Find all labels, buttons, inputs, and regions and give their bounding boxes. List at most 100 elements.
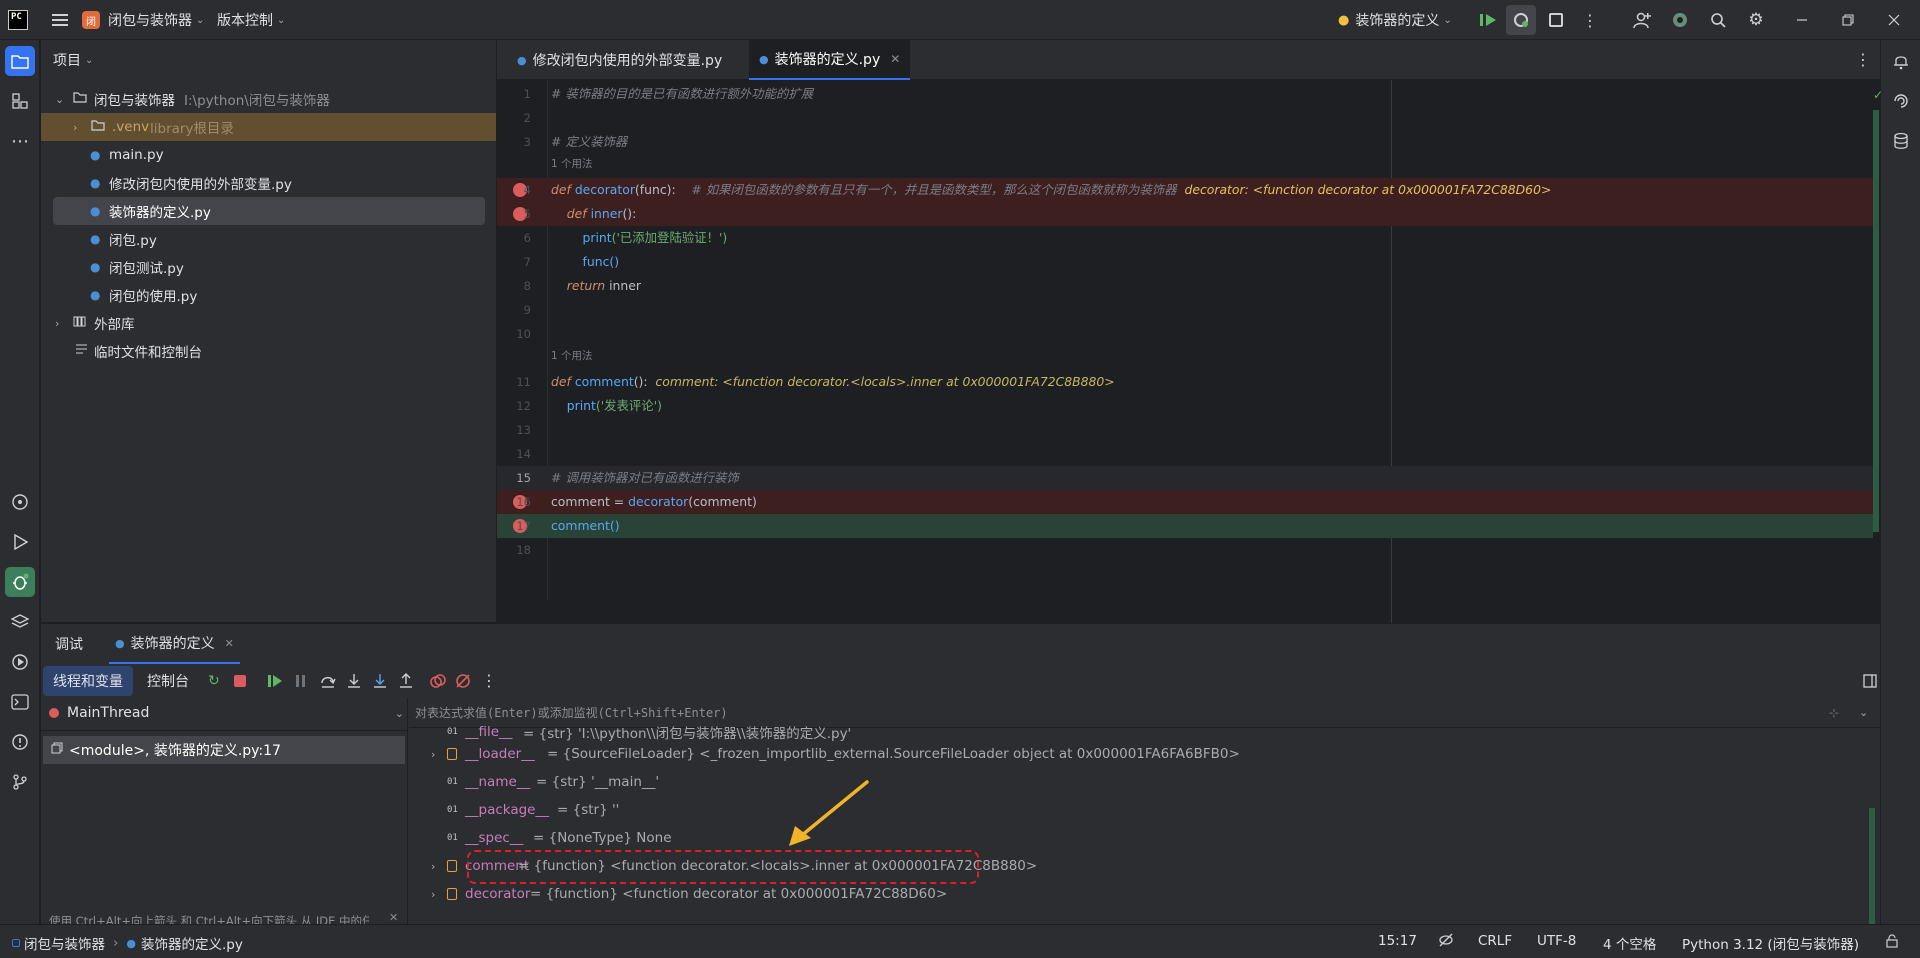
- breadcrumb-project[interactable]: 闭包与装饰器: [24, 933, 105, 953]
- notifications-icon[interactable]: [1886, 46, 1916, 76]
- step-into-icon[interactable]: [346, 673, 362, 693]
- project-tool-icon[interactable]: [5, 46, 35, 76]
- code-line-current[interactable]: 15 # 调用装饰器对已有函数进行装饰: [497, 466, 1873, 490]
- code-line[interactable]: 14: [497, 442, 1873, 466]
- variable-row[interactable]: › decorator = {function} <function decor…: [409, 880, 1849, 908]
- tree-external-libs-row[interactable]: › 外部库: [41, 309, 496, 337]
- step-out-icon[interactable]: [398, 673, 414, 693]
- editor-tab[interactable]: ● 修改闭包内使用的外部变量.py: [507, 40, 732, 80]
- run-config-selector[interactable]: ● 装饰器的定义 ⌄: [1338, 0, 1452, 40]
- code-line[interactable]: 8 return inner: [497, 274, 1873, 298]
- code-line-breakpoint[interactable]: 16 comment = decorator(comment): [497, 490, 1873, 514]
- code-line[interactable]: 10: [497, 322, 1873, 346]
- tree-file-row[interactable]: ● 闭包测试.py: [41, 253, 496, 281]
- code-line[interactable]: 11 def comment(): comment: <function dec…: [497, 370, 1873, 394]
- services-tool-icon[interactable]: [5, 647, 35, 677]
- more-vertical-icon[interactable]: ⋮: [1580, 0, 1600, 40]
- git-tool-icon[interactable]: [5, 767, 35, 797]
- code-line[interactable]: 12 print('发表评论'): [497, 394, 1873, 418]
- variable-row[interactable]: 01 __name__ = {str} '__main__': [409, 768, 1849, 796]
- debug-tab[interactable]: 调试: [55, 634, 83, 654]
- stack-frame-selected[interactable]: <module>, 装饰器的定义.py:17: [43, 736, 405, 764]
- code-line[interactable]: 18: [497, 538, 1873, 562]
- code-line-breakpoint[interactable]: 5 def inner():: [497, 202, 1873, 226]
- editor-scrollbar[interactable]: [1873, 110, 1879, 532]
- tree-scratches-row[interactable]: 临时文件和控制台: [41, 337, 496, 365]
- usage-hint[interactable]: 1 个用法: [551, 156, 593, 171]
- pause-icon[interactable]: [295, 674, 307, 692]
- terminal-tool-icon[interactable]: [5, 687, 35, 717]
- debug-tool-icon[interactable]: [5, 567, 35, 597]
- tree-file-row[interactable]: ● 修改闭包内使用的外部变量.py: [41, 169, 496, 197]
- code-line[interactable]: 2: [497, 106, 1873, 130]
- threads-variables-tab[interactable]: 线程和变量: [43, 666, 133, 696]
- layers-tool-icon[interactable]: [5, 607, 35, 637]
- more-vertical-icon[interactable]: ⋮: [481, 671, 497, 690]
- structure-tool-icon[interactable]: [5, 86, 35, 116]
- debug-session-tab[interactable]: ● 装饰器的定义 ✕: [109, 624, 240, 664]
- project-panel-header[interactable]: 项目 ⌄: [53, 50, 93, 70]
- breadcrumb-file[interactable]: 装饰器的定义.py: [141, 933, 243, 953]
- rerun-debug-icon[interactable]: [1506, 5, 1536, 35]
- ai-assistant-icon[interactable]: [1668, 0, 1692, 40]
- minimize-icon[interactable]: [1792, 0, 1812, 40]
- file-encoding[interactable]: UTF-8: [1537, 933, 1576, 949]
- restore-icon[interactable]: [1838, 0, 1858, 40]
- chevron-down-icon[interactable]: ⌄: [1859, 706, 1868, 719]
- tree-venv-row[interactable]: › .venv library根目录: [41, 113, 496, 141]
- search-icon[interactable]: [1706, 0, 1730, 40]
- code-line[interactable]: 1 # 装饰器的目的是已有函数进行额外功能的扩展: [497, 82, 1873, 106]
- code-line-breakpoint[interactable]: 4 def decorator(func): # 如果闭包函数的参数有且只有一个…: [497, 178, 1873, 202]
- close-hint-icon[interactable]: ✕: [389, 911, 398, 924]
- stop-icon[interactable]: [234, 675, 246, 687]
- code-line[interactable]: 13: [497, 418, 1873, 442]
- close-tab-icon[interactable]: ✕: [225, 637, 234, 650]
- python-packages-icon[interactable]: [5, 487, 35, 517]
- line-separator[interactable]: CRLF: [1478, 933, 1512, 949]
- readonly-toggle-icon[interactable]: [1438, 933, 1454, 951]
- add-user-icon[interactable]: [1630, 0, 1654, 40]
- variable-row[interactable]: 01 __package__ = {str} '': [409, 796, 1849, 824]
- code-line[interactable]: 3 # 定义装饰器: [497, 130, 1873, 154]
- vcs-menu[interactable]: 版本控制 ⌄: [217, 0, 285, 40]
- layout-toggle-icon[interactable]: [1863, 674, 1877, 692]
- rerun-icon[interactable]: ↻: [208, 673, 220, 689]
- code-line[interactable]: 7 func(): [497, 250, 1873, 274]
- tree-file-row-selected[interactable]: ● 装饰器的定义.py: [53, 197, 485, 225]
- stop-icon[interactable]: [1542, 0, 1570, 40]
- code-line[interactable]: 6 print('已添加登陆验证！'): [497, 226, 1873, 250]
- more-vertical-icon[interactable]: ⋮: [1855, 50, 1871, 69]
- thread-selector[interactable]: MainThread ⌄: [49, 700, 404, 726]
- editor-tab-active[interactable]: ● 装饰器的定义.py ✕: [749, 40, 911, 80]
- indent-setting[interactable]: 4 个空格: [1603, 933, 1656, 953]
- step-over-icon[interactable]: [320, 673, 336, 693]
- close-tab-icon[interactable]: ✕: [890, 52, 900, 66]
- more-tools-icon[interactable]: ⋯: [5, 126, 35, 156]
- close-window-icon[interactable]: [1884, 0, 1904, 40]
- run-tool-icon[interactable]: [5, 527, 35, 557]
- step-into-my-code-icon[interactable]: [372, 673, 388, 693]
- tree-file-row[interactable]: ● 闭包.py: [41, 225, 496, 253]
- main-menu-icon[interactable]: [48, 0, 72, 40]
- problems-tool-icon[interactable]: [5, 727, 35, 757]
- project-switcher[interactable]: 闭 闭包与装饰器 ⌄: [82, 0, 204, 40]
- tree-root-row[interactable]: ⌄ 闭包与装饰器 I:\python\闭包与装饰器: [41, 85, 496, 113]
- lock-icon[interactable]: [1885, 934, 1899, 952]
- view-breakpoints-icon[interactable]: [430, 673, 446, 693]
- variable-row[interactable]: 01 __spec__ = {NoneType} None: [409, 824, 1849, 852]
- variable-row[interactable]: › __loader__ = {SourceFileLoader} <_froz…: [409, 740, 1849, 768]
- python-interpreter[interactable]: Python 3.12 (闭包与装饰器): [1682, 933, 1859, 953]
- usage-hint[interactable]: 1 个用法: [551, 348, 593, 363]
- tree-file-row[interactable]: ● 闭包的使用.py: [41, 281, 496, 309]
- tree-file-row[interactable]: ● main.py: [41, 141, 496, 169]
- console-tab[interactable]: 控制台: [147, 666, 189, 696]
- mute-breakpoints-icon[interactable]: [455, 673, 471, 693]
- database-icon[interactable]: [1886, 126, 1916, 156]
- caret-position[interactable]: 15:17: [1378, 933, 1417, 949]
- variables-scrollbar[interactable]: [1869, 808, 1875, 936]
- code-line[interactable]: 9: [497, 298, 1873, 322]
- resume-icon[interactable]: [1476, 0, 1500, 40]
- ai-chat-icon[interactable]: [1886, 86, 1916, 116]
- code-line-execution-point[interactable]: 17 comment(): [497, 514, 1873, 538]
- resume-icon[interactable]: [268, 674, 282, 692]
